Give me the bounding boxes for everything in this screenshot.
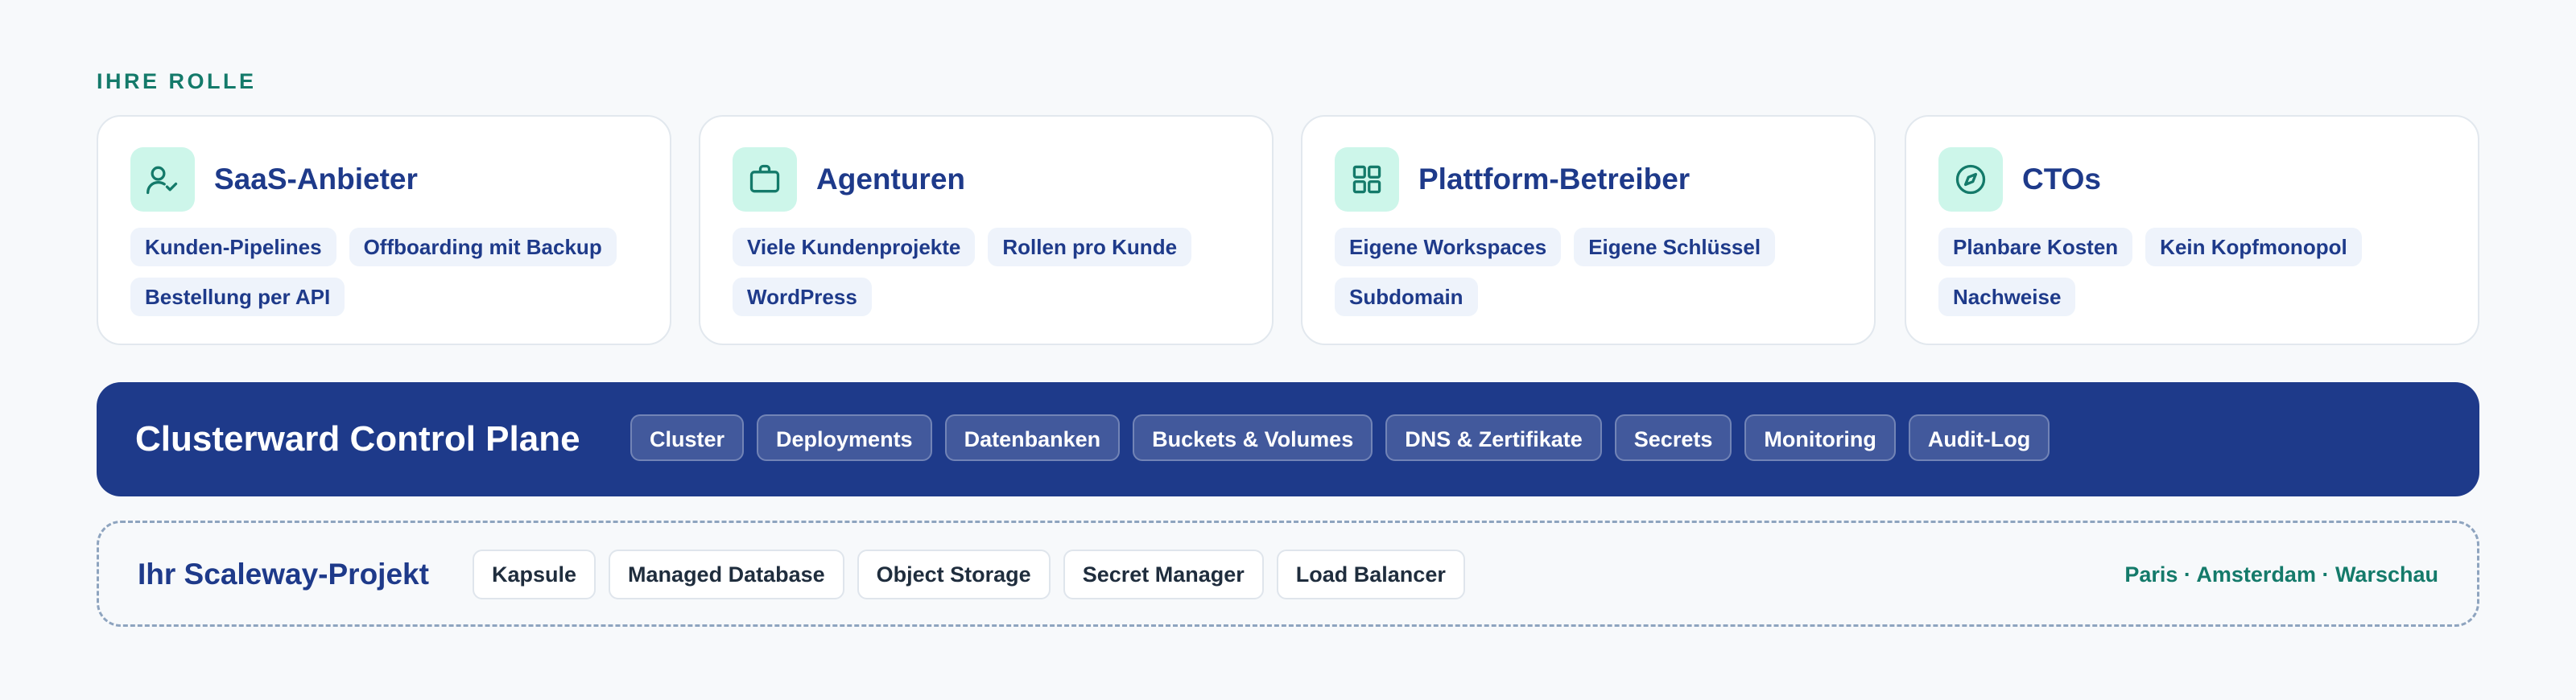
control-plane-title: Clusterward Control Plane	[135, 419, 580, 459]
role-tag: Offboarding mit Backup	[349, 228, 617, 266]
control-plane-item-deployments[interactable]: Deployments	[757, 414, 932, 461]
grid-icon	[1335, 147, 1399, 212]
role-tag: Subdomain	[1335, 278, 1478, 316]
role-cards: SaaS-Anbieter Kunden-Pipelines Offboardi…	[97, 115, 2479, 347]
role-title: Plattform-Betreiber	[1418, 163, 1690, 196]
control-plane-item-monitoring[interactable]: Monitoring	[1744, 414, 1896, 461]
role-card-ctos[interactable]: CTOs Planbare Kosten Kein Kopfmonopol Na…	[1905, 115, 2479, 345]
role-tags: Viele Kundenprojekte Rollen pro Kunde Wo…	[733, 228, 1256, 316]
role-card-saas[interactable]: SaaS-Anbieter Kunden-Pipelines Offboardi…	[97, 115, 671, 345]
control-plane-bar: Clusterward Control Plane Cluster Deploy…	[97, 382, 2479, 496]
role-tag: Planbare Kosten	[1938, 228, 2133, 266]
role-tag: Nachweise	[1938, 278, 2076, 316]
control-plane-items: Cluster Deployments Datenbanken Buckets …	[630, 414, 2050, 461]
role-tag: Rollen pro Kunde	[988, 228, 1192, 266]
role-tag: WordPress	[733, 278, 872, 316]
section-label-role: IHRE ROLLE	[97, 69, 257, 93]
role-tag: Bestellung per API	[130, 278, 345, 316]
project-item-load-balancer[interactable]: Load Balancer	[1276, 550, 1465, 599]
control-plane-item-dns-certificates[interactable]: DNS & Zertifikate	[1385, 414, 1602, 461]
control-plane-item-cluster[interactable]: Cluster	[630, 414, 745, 461]
role-tag: Kunden-Pipelines	[130, 228, 336, 266]
control-plane-item-databases[interactable]: Datenbanken	[944, 414, 1121, 461]
project-regions: Paris · Amsterdam · Warschau	[2124, 562, 2438, 587]
control-plane-item-audit-log[interactable]: Audit-Log	[1908, 414, 2050, 461]
role-title: Agenturen	[816, 163, 965, 196]
project-item-managed-database[interactable]: Managed Database	[609, 550, 844, 599]
project-title: Ihr Scaleway-Projekt	[138, 558, 429, 591]
project-item-kapsule[interactable]: Kapsule	[473, 550, 597, 599]
project-item-object-storage[interactable]: Object Storage	[857, 550, 1051, 599]
compass-icon	[1938, 147, 2003, 212]
role-tag: Eigene Schlüssel	[1574, 228, 1776, 266]
control-plane-item-secrets[interactable]: Secrets	[1614, 414, 1732, 461]
role-card-agencies[interactable]: Agenturen Viele Kundenprojekte Rollen pr…	[699, 115, 1274, 345]
role-tags: Planbare Kosten Kein Kopfmonopol Nachwei…	[1938, 228, 2462, 316]
user-check-icon	[130, 147, 195, 212]
role-tag: Eigene Workspaces	[1335, 228, 1562, 266]
role-tag: Kein Kopfmonopol	[2145, 228, 2362, 266]
role-tags: Eigene Workspaces Eigene Schlüssel Subdo…	[1335, 228, 1858, 316]
role-card-platform-operators[interactable]: Plattform-Betreiber Eigene Workspaces Ei…	[1301, 115, 1876, 345]
role-title: SaaS-Anbieter	[214, 163, 418, 196]
control-plane-item-buckets-volumes[interactable]: Buckets & Volumes	[1133, 414, 1373, 461]
scaleway-project-box: Ihr Scaleway-Projekt Kapsule Managed Dat…	[97, 521, 2479, 627]
project-item-secret-manager[interactable]: Secret Manager	[1063, 550, 1264, 599]
role-tag: Viele Kundenprojekte	[733, 228, 976, 266]
role-tags: Kunden-Pipelines Offboarding mit Backup …	[130, 228, 654, 316]
project-items: Kapsule Managed Database Object Storage …	[473, 550, 1465, 599]
role-title: CTOs	[2022, 163, 2102, 196]
briefcase-icon	[733, 147, 797, 212]
